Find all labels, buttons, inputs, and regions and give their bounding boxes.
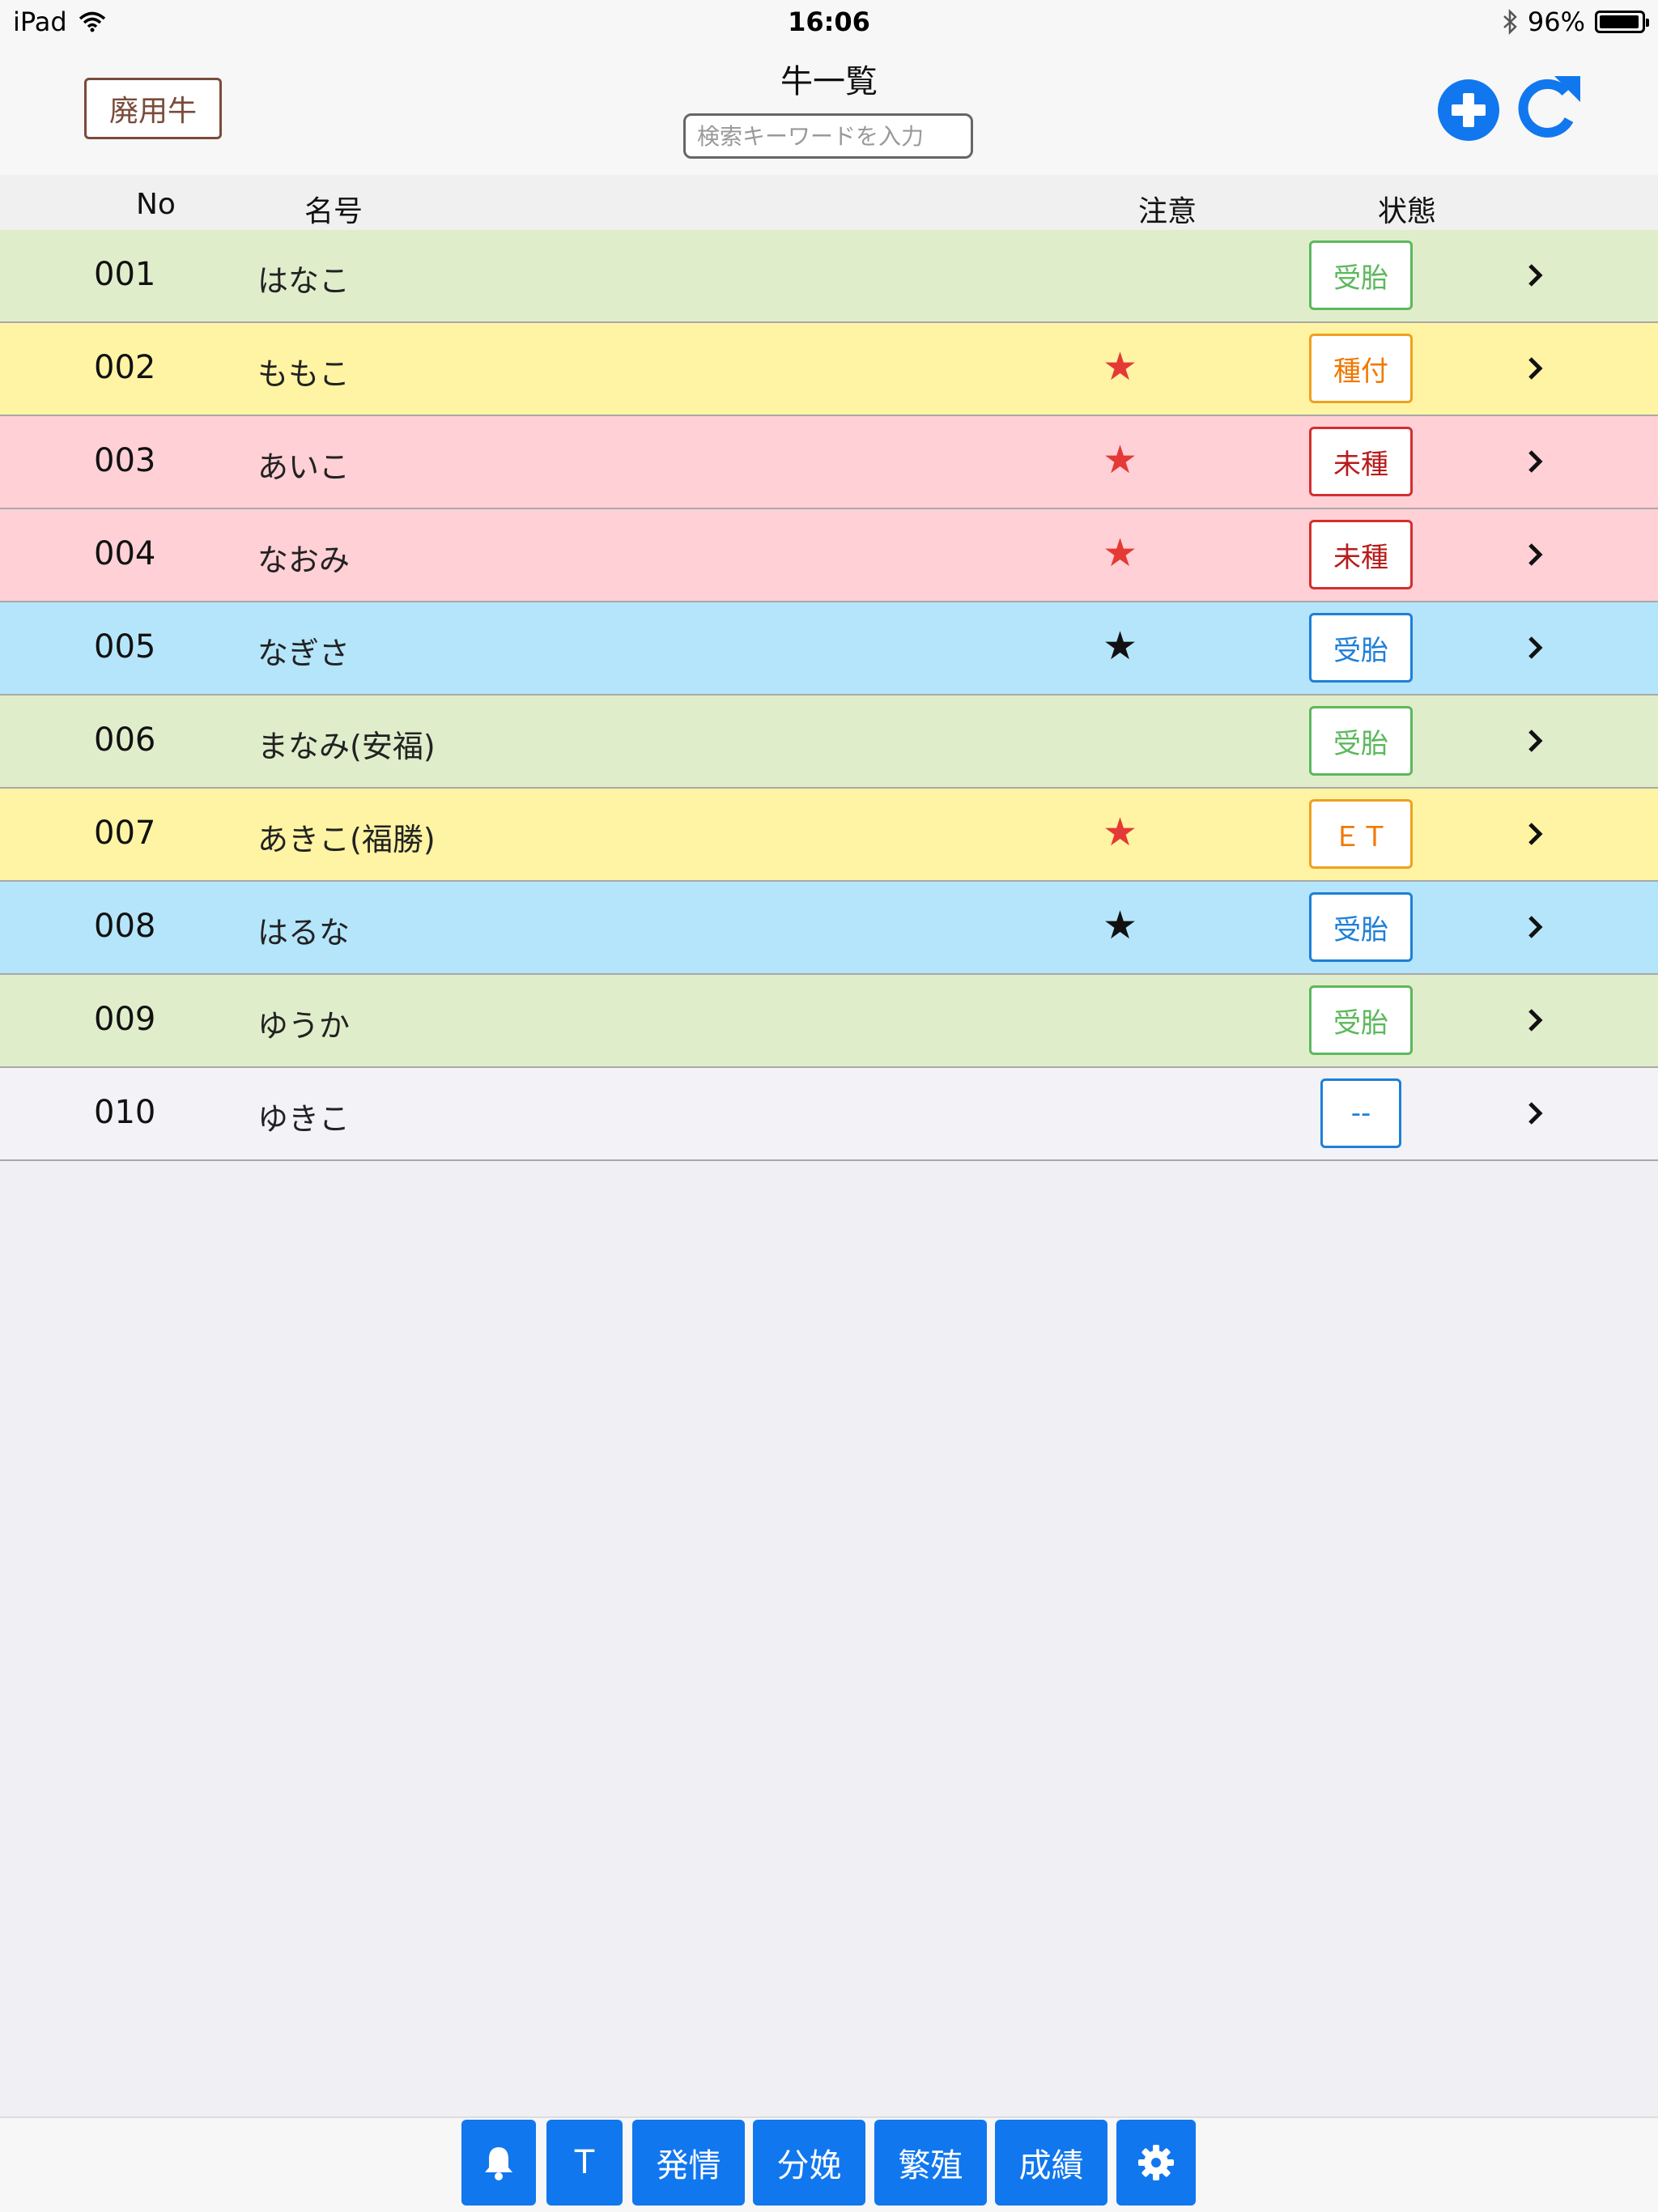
- status-bar: iPad 16:06 96%: [0, 0, 1658, 45]
- t-button[interactable]: T: [546, 2120, 623, 2206]
- table-row[interactable]: 006 まなみ(安福) 受胎: [0, 696, 1658, 789]
- cattle-number: 006: [94, 721, 156, 759]
- status-badge: 種付: [1309, 334, 1413, 403]
- status-badge: 受胎: [1309, 613, 1413, 683]
- table-row[interactable]: 010 ゆきこ --: [0, 1068, 1658, 1161]
- cattle-number: 007: [94, 815, 156, 852]
- cattle-number: 009: [94, 1001, 156, 1038]
- status-right: 96%: [1502, 6, 1649, 37]
- table-row[interactable]: 008 はるな ★ 受胎: [0, 882, 1658, 975]
- cattle-name: なぎさ: [257, 636, 351, 671]
- table-row[interactable]: 007 あきこ(福勝) ★ ＥＴ: [0, 789, 1658, 882]
- bell-icon: [485, 2147, 512, 2180]
- caution-star-icon: ★: [1103, 810, 1138, 855]
- table-row[interactable]: 005 なぎさ ★ 受胎: [0, 602, 1658, 696]
- chevron-right-icon: [1528, 543, 1543, 566]
- nav-bar: 廃用牛 牛一覧: [0, 45, 1658, 175]
- table-header: No 名号 注意 状態: [0, 175, 1658, 230]
- battery-percent: 96%: [1527, 6, 1585, 37]
- cattle-name: はるな: [257, 915, 351, 951]
- cattle-name: あいこ: [257, 449, 351, 485]
- cattle-name: まなみ(安福): [257, 729, 436, 764]
- status-badge: 未種: [1309, 520, 1413, 589]
- column-header-status: 状態: [1378, 195, 1437, 228]
- chevron-right-icon: [1528, 636, 1543, 659]
- cattle-number: 004: [94, 535, 156, 572]
- results-button[interactable]: 成績: [995, 2120, 1107, 2206]
- caution-star-icon: ★: [1103, 623, 1138, 669]
- status-badge: 受胎: [1309, 892, 1413, 962]
- table-row[interactable]: 002 ももこ ★ 種付: [0, 323, 1658, 416]
- chevron-right-icon: [1528, 1102, 1543, 1125]
- column-header-name: 名号: [304, 195, 363, 228]
- breeding-button[interactable]: 繁殖: [874, 2120, 987, 2206]
- chevron-right-icon: [1528, 916, 1543, 938]
- table-row[interactable]: 004 なおみ ★ 未種: [0, 509, 1658, 602]
- bluetooth-icon: [1503, 9, 1517, 35]
- search-input[interactable]: [683, 113, 973, 159]
- page-title: 牛一覧: [780, 63, 878, 100]
- table-row[interactable]: 009 ゆうか 受胎: [0, 975, 1658, 1068]
- cattle-name: ゆうか: [257, 1008, 351, 1044]
- column-header-caution: 注意: [1138, 195, 1197, 228]
- cattle-number: 005: [94, 628, 156, 666]
- battery-icon: [1595, 11, 1649, 33]
- status-time: 16:06: [788, 6, 870, 37]
- chevron-right-icon: [1528, 823, 1543, 845]
- cattle-number: 010: [94, 1094, 156, 1131]
- cattle-number: 003: [94, 442, 156, 479]
- cattle-name: あきこ(福勝): [257, 822, 436, 857]
- status-badge: 受胎: [1309, 985, 1413, 1055]
- plus-circle-icon[interactable]: [1436, 78, 1501, 143]
- cattle-name: はなこ: [257, 263, 351, 299]
- cattle-number: 001: [94, 256, 156, 293]
- cattle-name: ゆきこ: [257, 1101, 351, 1137]
- settings-button[interactable]: [1116, 2120, 1196, 2206]
- chevron-right-icon: [1528, 450, 1543, 473]
- calving-button[interactable]: 分娩: [753, 2120, 865, 2206]
- chevron-right-icon: [1528, 357, 1543, 380]
- status-badge: 受胎: [1309, 706, 1413, 776]
- chevron-right-icon: [1528, 1009, 1543, 1032]
- bottom-toolbar: T 発情 分娩 繁殖 成績: [0, 2116, 1658, 2212]
- gear-icon: [1138, 2145, 1174, 2180]
- status-badge: --: [1320, 1078, 1401, 1148]
- chevron-right-icon: [1528, 264, 1543, 287]
- cattle-number: 008: [94, 908, 156, 945]
- caution-star-icon: ★: [1103, 344, 1138, 389]
- notifications-button[interactable]: [461, 2120, 536, 2206]
- caution-star-icon: ★: [1103, 903, 1138, 948]
- refresh-icon[interactable]: [1516, 73, 1584, 144]
- cattle-name: なおみ: [257, 542, 351, 578]
- cattle-list: 001 はなこ 受胎 002 ももこ ★ 種付 003 あいこ ★ 未種 004…: [0, 230, 1658, 1161]
- status-badge: 受胎: [1309, 240, 1413, 310]
- battery-fill: [1600, 15, 1639, 28]
- caution-star-icon: ★: [1103, 530, 1138, 576]
- cattle-name: ももこ: [257, 356, 351, 392]
- chevron-right-icon: [1528, 730, 1543, 752]
- estrus-button[interactable]: 発情: [632, 2120, 745, 2206]
- table-row[interactable]: 001 はなこ 受胎: [0, 230, 1658, 323]
- table-row[interactable]: 003 あいこ ★ 未種: [0, 416, 1658, 509]
- column-header-no: No: [136, 188, 176, 221]
- status-badge: ＥＴ: [1309, 799, 1413, 869]
- caution-star-icon: ★: [1103, 437, 1138, 483]
- status-badge: 未種: [1309, 427, 1413, 496]
- cattle-number: 002: [94, 349, 156, 386]
